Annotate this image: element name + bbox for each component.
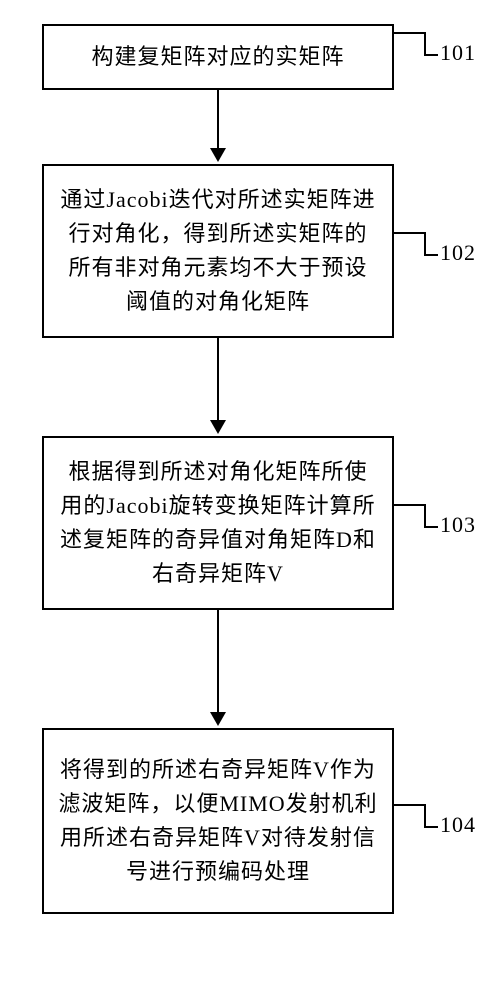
step-2-label: 102	[440, 240, 476, 266]
leader-line	[424, 826, 438, 828]
step-4-label: 104	[440, 812, 476, 838]
leader-line	[424, 254, 438, 256]
leader-line	[424, 32, 426, 54]
leader-line	[424, 504, 426, 526]
leader-line	[394, 804, 424, 806]
arrow-line	[217, 90, 219, 148]
step-3-label: 103	[440, 512, 476, 538]
arrow-down-icon	[210, 420, 226, 434]
step-4-text: 将得到的所述右奇异矩阵V作为滤波矩阵，以便MIMO发射机利用所述右奇异矩阵V对待…	[58, 753, 378, 889]
flowchart-step-2: 通过Jacobi迭代对所述实矩阵进行对角化，得到所述实矩阵的所有非对角元素均不大…	[42, 164, 394, 338]
arrow-line	[217, 610, 219, 712]
arrow-down-icon	[210, 148, 226, 162]
leader-line	[394, 32, 424, 34]
arrow-down-icon	[210, 712, 226, 726]
leader-line	[394, 232, 424, 234]
leader-line	[424, 232, 426, 254]
leader-line	[394, 504, 424, 506]
flowchart-container: 构建复矩阵对应的实矩阵 101 通过Jacobi迭代对所述实矩阵进行对角化，得到…	[0, 0, 504, 1000]
leader-line	[424, 526, 438, 528]
step-2-text: 通过Jacobi迭代对所述实矩阵进行对角化，得到所述实矩阵的所有非对角元素均不大…	[58, 183, 378, 319]
flowchart-step-4: 将得到的所述右奇异矩阵V作为滤波矩阵，以便MIMO发射机利用所述右奇异矩阵V对待…	[42, 728, 394, 914]
leader-line	[424, 54, 438, 56]
step-1-label: 101	[440, 40, 476, 66]
flowchart-step-3: 根据得到所述对角化矩阵所使用的Jacobi旋转变换矩阵计算所述复矩阵的奇异值对角…	[42, 436, 394, 610]
leader-line	[424, 804, 426, 826]
step-1-text: 构建复矩阵对应的实矩阵	[91, 40, 344, 74]
step-3-text: 根据得到所述对角化矩阵所使用的Jacobi旋转变换矩阵计算所述复矩阵的奇异值对角…	[58, 455, 378, 591]
arrow-line	[217, 338, 219, 420]
flowchart-step-1: 构建复矩阵对应的实矩阵	[42, 24, 394, 90]
